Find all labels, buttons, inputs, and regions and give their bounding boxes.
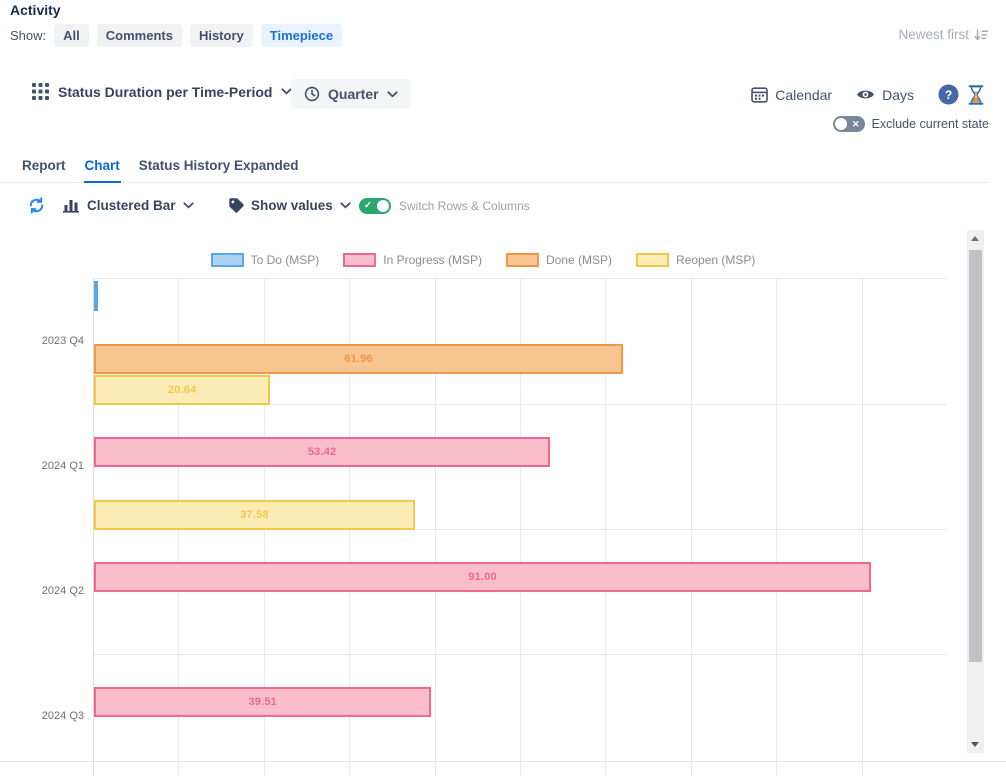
chart-legend: To Do (MSP) In Progress (MSP) Done (MSP) Re…: [0, 253, 966, 267]
bar-done-msp--2023-q4[interactable]: 61.96: [94, 344, 623, 374]
tab-report[interactable]: Report: [21, 156, 67, 182]
bottom-divider: [0, 761, 1006, 762]
vertical-scrollbar[interactable]: [967, 230, 984, 753]
sort-descending-icon: [974, 28, 989, 42]
unit-selector-button[interactable]: Days: [856, 87, 914, 103]
legend-label: In Progress (MSP): [383, 253, 482, 267]
chart-type-dropdown[interactable]: Clustered Bar: [63, 197, 194, 213]
legend-swatch: [506, 253, 539, 267]
show-values-dropdown[interactable]: Show values: [228, 197, 351, 213]
scroll-down-button[interactable]: [967, 737, 984, 753]
sort-control[interactable]: Newest first: [898, 27, 989, 42]
chevron-down-icon: [387, 91, 398, 98]
bar-chart-icon: [63, 197, 80, 213]
bar-in-progress-msp--2024-q2[interactable]: 91.00: [94, 562, 871, 592]
tag-icon: [228, 197, 244, 213]
legend-item[interactable]: In Progress (MSP): [343, 253, 482, 267]
check-icon: ✓: [364, 199, 372, 213]
bar-to-do-msp--2023-q4[interactable]: [94, 281, 98, 311]
filter-timepiece[interactable]: Timepiece: [261, 24, 342, 47]
triangle-down-icon: [971, 742, 979, 747]
gridline: [691, 279, 692, 776]
legend-label: Reopen (MSP): [676, 253, 755, 267]
exclude-current-state-row: ✕ Exclude current state: [833, 116, 989, 132]
bar-in-progress-msp--2024-q1[interactable]: 53.42: [94, 437, 550, 467]
legend-item[interactable]: Done (MSP): [506, 253, 612, 267]
switch-rows-columns-label: Switch Rows & Columns: [399, 199, 530, 213]
svg-text:?: ?: [945, 88, 952, 102]
category-label: 2023 Q4: [42, 335, 84, 347]
chevron-down-icon: [340, 202, 351, 209]
legend-label: To Do (MSP): [251, 253, 320, 267]
bar-value-label: 37.58: [240, 509, 269, 521]
refresh-button[interactable]: [27, 196, 46, 215]
period-label: Quarter: [328, 86, 379, 102]
tab-bar: Report Chart Status History Expanded: [0, 156, 990, 183]
show-label: Show:: [10, 28, 46, 43]
chevron-down-icon: [183, 202, 194, 209]
help-and-logo: ?: [938, 84, 984, 105]
clock-icon: [304, 86, 320, 102]
hourglass-icon[interactable]: [968, 85, 984, 105]
category-label: 2024 Q1: [42, 460, 84, 472]
toolbar-utilities: Calendar Days ?: [751, 84, 984, 105]
eye-icon: [856, 88, 875, 101]
bar-value-label: 61.96: [344, 353, 373, 365]
calendar-icon: [751, 86, 768, 103]
legend-label: Done (MSP): [546, 253, 612, 267]
filter-all[interactable]: All: [54, 24, 89, 47]
legend-swatch: [343, 253, 376, 267]
legend-swatch: [211, 253, 244, 267]
bar-reopen-msp--2023-q4[interactable]: 20.64: [94, 375, 270, 405]
filter-history[interactable]: History: [190, 24, 253, 47]
legend-item[interactable]: To Do (MSP): [211, 253, 320, 267]
page-title: Activity: [10, 2, 61, 18]
exclude-current-state-label: Exclude current state: [872, 117, 989, 131]
show-filter-group: All Comments History Timepiece: [54, 24, 342, 47]
bar-in-progress-msp--2024-q3[interactable]: 39.51: [94, 687, 431, 717]
report-type-label: Status Duration per Time-Period: [58, 84, 272, 100]
toggle-knob: [377, 200, 389, 212]
bar-value-label: 39.51: [248, 696, 277, 708]
sort-label: Newest first: [898, 27, 969, 42]
show-values-label: Show values: [251, 198, 333, 213]
chart-type-label: Clustered Bar: [87, 198, 176, 213]
plot-area: 53.42 91.00 39.51 61.96 20.64 37.58: [93, 278, 947, 776]
unit-label: Days: [882, 87, 914, 103]
legend-swatch: [636, 253, 669, 267]
category-axis: 2023 Q4 2024 Q1 2024 Q2 2024 Q3: [0, 278, 88, 776]
filter-comments[interactable]: Comments: [97, 24, 182, 47]
tab-status-history-expanded[interactable]: Status History Expanded: [138, 156, 300, 182]
category-label: 2024 Q3: [42, 710, 84, 722]
scrollbar-thumb[interactable]: [969, 250, 982, 662]
gridline: [862, 279, 863, 776]
bar-value-label: 53.42: [308, 446, 337, 458]
gridline: [776, 279, 777, 776]
bar-value-label: 91.00: [468, 571, 497, 583]
calendar-label: Calendar: [775, 87, 832, 103]
triangle-up-icon: [971, 236, 979, 241]
report-type-dropdown[interactable]: Status Duration per Time-Period: [32, 83, 292, 100]
toggle-knob: [835, 118, 847, 130]
calendar-button[interactable]: Calendar: [751, 86, 832, 103]
switch-rows-columns-toggle[interactable]: ✓: [359, 198, 391, 214]
category-label: 2024 Q2: [42, 585, 84, 597]
switch-rows-columns-row: ✓ Switch Rows & Columns: [359, 198, 530, 214]
bar-value-label: 20.64: [168, 384, 197, 396]
grid-icon: [32, 83, 49, 100]
bar-reopen-msp--2024-q1[interactable]: 37.58: [94, 500, 415, 530]
show-filter-row: Show: All Comments History Timepiece: [10, 24, 342, 47]
tab-chart[interactable]: Chart: [84, 156, 121, 183]
band-separator: [94, 654, 947, 655]
chart-area: To Do (MSP) In Progress (MSP) Done (MSP) Re…: [0, 230, 966, 776]
exclude-current-state-toggle[interactable]: ✕: [833, 116, 865, 132]
scroll-up-button[interactable]: [967, 230, 984, 246]
help-icon[interactable]: ?: [938, 84, 959, 105]
legend-item[interactable]: Reopen (MSP): [636, 253, 755, 267]
cross-icon: ✕: [852, 117, 860, 131]
period-dropdown[interactable]: Quarter: [291, 79, 411, 109]
